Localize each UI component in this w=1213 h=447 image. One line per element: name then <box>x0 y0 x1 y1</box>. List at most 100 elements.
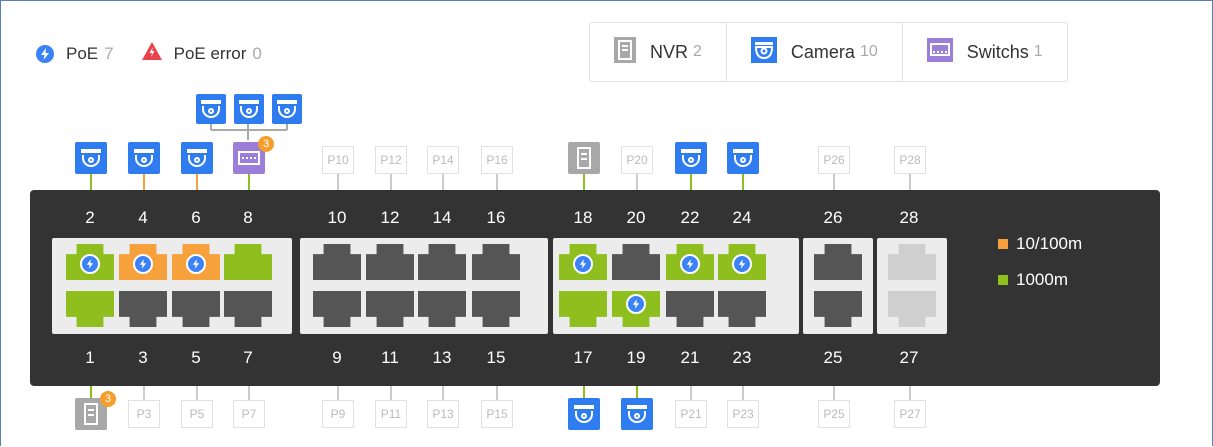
poe-icon <box>80 254 100 274</box>
link-line <box>496 174 498 190</box>
link-line <box>196 386 198 400</box>
empty-port-box[interactable]: P28 <box>894 146 926 174</box>
link-line <box>583 386 585 398</box>
port-number: 21 <box>680 348 700 367</box>
nvr-icon[interactable] <box>568 142 600 174</box>
empty-port-box[interactable]: P5 <box>181 400 213 428</box>
empty-port-box[interactable]: P23 <box>727 400 759 428</box>
camera-icon[interactable] <box>128 142 160 174</box>
link-line <box>742 386 744 400</box>
port-number: 15 <box>486 348 506 367</box>
poe-icon <box>732 254 752 274</box>
port-number: 2 <box>85 208 95 227</box>
port-number: 17 <box>573 348 593 367</box>
link-line <box>833 174 835 190</box>
link-line <box>496 386 498 400</box>
port-number: 12 <box>380 208 400 227</box>
camera-icon[interactable] <box>234 94 264 124</box>
camera-icon[interactable] <box>675 142 707 174</box>
port-number: 23 <box>732 348 752 367</box>
link-line <box>143 386 145 400</box>
port-number: 9 <box>332 348 342 367</box>
switch-panel: 2 4 6 8 10 12 14 16 18 20 22 24 26 28 1 … <box>30 190 1160 386</box>
link-line <box>442 174 444 190</box>
link-line <box>390 174 392 190</box>
port-number: 18 <box>573 208 593 227</box>
empty-port-box[interactable]: P25 <box>818 400 850 428</box>
camera-icon[interactable] <box>272 94 302 124</box>
empty-port-box[interactable]: P13 <box>427 400 459 428</box>
port-number: 10 <box>327 208 347 227</box>
port-number: 1 <box>85 348 95 367</box>
poe-icon <box>680 254 700 274</box>
speed-100-label: 10/100m <box>1016 234 1083 253</box>
port-number: 20 <box>626 208 646 227</box>
link-line <box>390 386 392 400</box>
speed-1000-label: 1000m <box>1016 270 1068 289</box>
nvr-cascade-badge: 3 <box>100 391 116 407</box>
link-line <box>909 386 911 400</box>
port-number: 16 <box>486 208 506 227</box>
port-number: 24 <box>732 208 752 227</box>
link-line <box>442 386 444 400</box>
empty-port-box[interactable]: P20 <box>621 146 653 174</box>
empty-port-box[interactable]: P16 <box>481 146 513 174</box>
empty-port-box[interactable]: P26 <box>818 146 850 174</box>
link-line <box>337 174 339 190</box>
link-line <box>690 174 692 190</box>
port-number: 8 <box>243 208 253 227</box>
link-line <box>833 386 835 400</box>
poe-icon <box>626 294 646 314</box>
port-number: 25 <box>823 348 843 367</box>
poe-icon <box>133 254 153 274</box>
port-number: 13 <box>432 348 452 367</box>
port-number: 14 <box>432 208 452 227</box>
camera-icon[interactable] <box>568 398 600 430</box>
camera-icon[interactable] <box>181 142 213 174</box>
link-line <box>90 386 92 398</box>
camera-icon[interactable] <box>621 398 653 430</box>
empty-port-box[interactable]: P9 <box>322 400 354 428</box>
port-number: 28 <box>899 208 919 227</box>
link-line <box>248 174 250 190</box>
port-number: 26 <box>823 208 843 227</box>
poe-icon <box>573 254 593 274</box>
camera-icon[interactable] <box>75 142 107 174</box>
empty-port-box[interactable]: P27 <box>894 400 926 428</box>
empty-port-box[interactable]: P12 <box>375 146 407 174</box>
link-line <box>583 174 585 190</box>
link-line <box>636 386 638 398</box>
link-line <box>742 174 744 190</box>
empty-port-box[interactable]: P7 <box>233 400 265 428</box>
port-number: 27 <box>899 348 919 367</box>
poe-icon <box>186 254 206 274</box>
link-line <box>90 174 92 190</box>
port-number: 22 <box>680 208 700 227</box>
port-number: 3 <box>138 348 148 367</box>
link-line <box>196 174 198 190</box>
port-number: 19 <box>626 348 646 367</box>
port-number: 11 <box>381 348 399 367</box>
switch-cascade-badge: 3 <box>258 136 274 152</box>
camera-icon[interactable] <box>727 142 759 174</box>
port-number: 6 <box>191 208 201 227</box>
link-line <box>690 386 692 400</box>
speed-100-swatch <box>998 239 1008 249</box>
empty-port-box[interactable]: P21 <box>675 400 707 428</box>
link-line <box>143 174 145 190</box>
port-number: 5 <box>191 348 201 367</box>
speed-legend-1000: 1000m <box>998 270 1068 290</box>
empty-port-box[interactable]: P10 <box>322 146 354 174</box>
empty-port-box[interactable]: P11 <box>375 400 407 428</box>
empty-port-box[interactable]: P15 <box>481 400 513 428</box>
empty-port-box[interactable]: P3 <box>128 400 160 428</box>
link-line <box>909 174 911 190</box>
link-line <box>636 174 638 190</box>
port-number: 4 <box>138 208 148 227</box>
speed-legend-100: 10/100m <box>998 234 1082 254</box>
link-line <box>337 386 339 400</box>
speed-1000-swatch <box>998 275 1008 285</box>
camera-icon[interactable] <box>196 94 226 124</box>
empty-port-box[interactable]: P14 <box>427 146 459 174</box>
port-number: 7 <box>243 348 253 367</box>
